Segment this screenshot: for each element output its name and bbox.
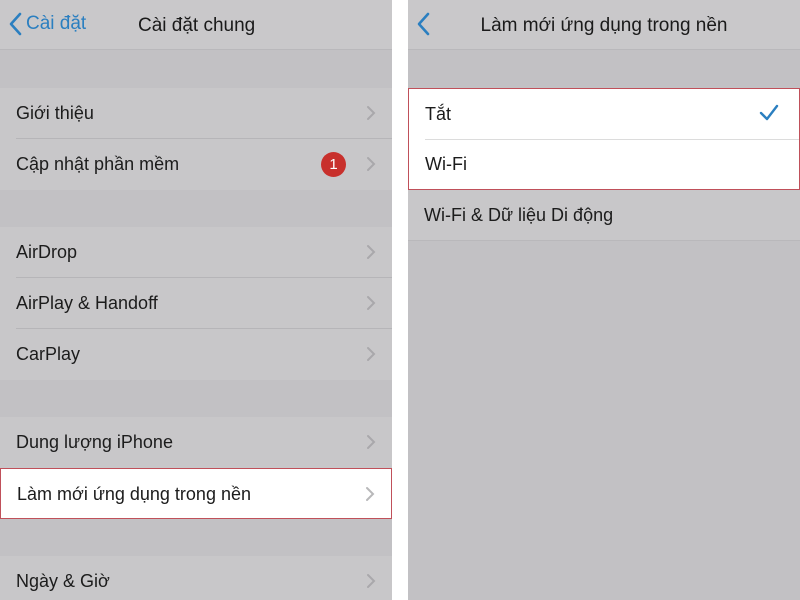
chevron-right-icon <box>367 296 376 310</box>
row-label: Cập nhật phần mềm <box>16 154 180 174</box>
settings-row-software-update[interactable]: Cập nhật phần mềm 1 <box>0 139 392 190</box>
general-settings-panel: Cài đặt Cài đặt chung Giới thiệu Cập nhậ… <box>0 0 392 600</box>
settings-row-background-app-refresh[interactable]: Làm mới ứng dụng trong nền <box>0 468 392 519</box>
nav-bar: Cài đặt Cài đặt chung <box>0 0 392 50</box>
row-label: Ngày & Giờ <box>16 571 110 591</box>
row-label: Làm mới ứng dụng trong nền <box>17 484 251 504</box>
chevron-left-icon <box>9 12 22 36</box>
option-wifi-cellular[interactable]: Wi-Fi & Dữ liệu Di động <box>408 190 800 241</box>
chevron-right-icon <box>367 347 376 361</box>
checkmark-icon <box>759 104 779 121</box>
settings-row-date-time[interactable]: Ngày & Giờ <box>0 556 392 600</box>
page-title: Cài đặt chung <box>138 15 256 36</box>
row-label: CarPlay <box>16 344 81 364</box>
chevron-right-icon <box>367 574 376 588</box>
row-label: Giới thiệu <box>16 103 94 123</box>
background-app-refresh-panel: Làm mới ứng dụng trong nền Tắt Wi-Fi Wi-… <box>408 0 800 600</box>
chevron-right-icon <box>366 487 375 501</box>
row-label: AirDrop <box>16 242 78 262</box>
option-label: Tắt <box>425 104 452 124</box>
option-off[interactable]: Tắt <box>409 89 799 140</box>
option-wifi[interactable]: Wi-Fi <box>409 139 799 190</box>
settings-row-about[interactable]: Giới thiệu <box>0 88 392 139</box>
chevron-right-icon <box>367 245 376 259</box>
chevron-right-icon <box>367 435 376 449</box>
page-title: Làm mới ứng dụng trong nền <box>480 15 728 36</box>
settings-row-airdrop[interactable]: AirDrop <box>0 227 392 278</box>
nav-bar: Làm mới ứng dụng trong nền <box>408 0 800 50</box>
settings-row-airplay-handoff[interactable]: AirPlay & Handoff <box>0 278 392 329</box>
notification-badge: 1 <box>321 152 346 177</box>
chevron-right-icon <box>367 157 376 171</box>
row-label: Dung lượng iPhone <box>16 432 173 452</box>
chevron-right-icon <box>367 106 376 120</box>
highlighted-options-group: Tắt Wi-Fi <box>408 88 800 190</box>
row-label: AirPlay & Handoff <box>16 293 158 313</box>
option-label: Wi-Fi & Dữ liệu Di động <box>424 205 614 225</box>
option-label: Wi-Fi <box>425 154 467 174</box>
settings-row-carplay[interactable]: CarPlay <box>0 329 392 380</box>
settings-row-iphone-storage[interactable]: Dung lượng iPhone <box>0 417 392 468</box>
